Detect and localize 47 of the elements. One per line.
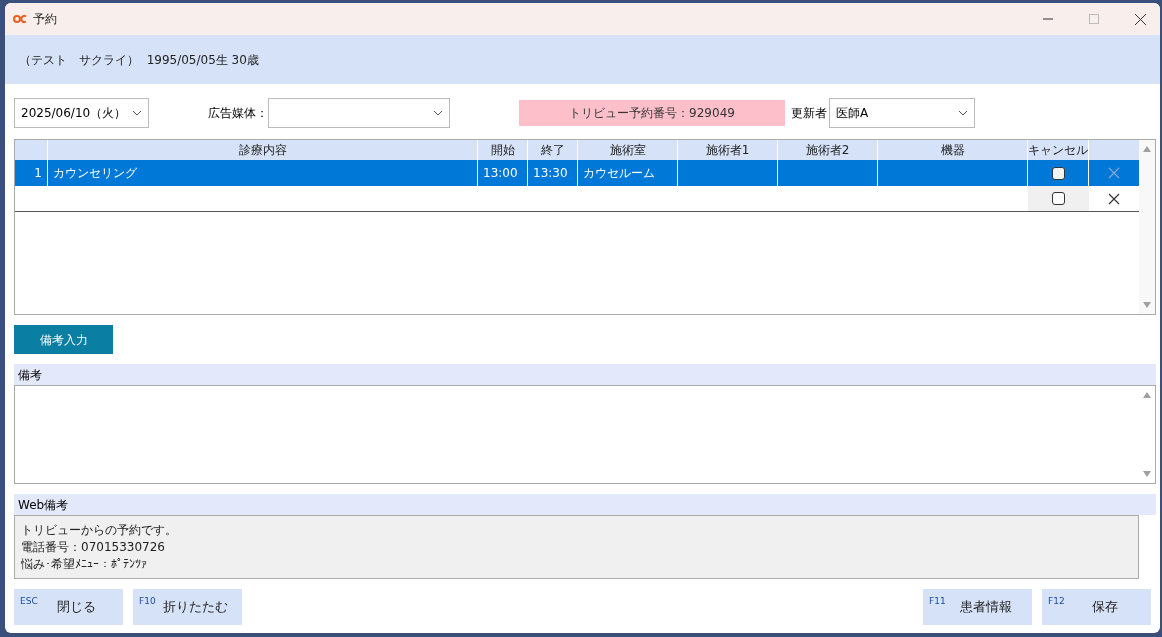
scroll-down-icon[interactable] [1142,471,1151,477]
function-key-button[interactable]: F10 折りたたむ [133,589,242,625]
table-cell-text: 13:00 [483,165,518,182]
chevron-down-icon [433,109,443,116]
close-icon[interactable] [1108,192,1120,205]
web-note-line: 電話番号：07015330726 [21,538,166,556]
table-cell-text: カウンセリング [53,165,137,182]
app-logo-icon [13,14,27,24]
button-label: 折りたたむ [163,598,228,617]
web-note-line: 悩み･希望ﾒﾆｭｰ：ﾎﾟﾃﾝﾂｧ [21,555,148,573]
table-cell-text: カウセルーム [583,165,655,182]
button-label: 閉じる [57,598,96,617]
button-label: 患者情報 [959,598,1012,617]
shortcut-key-label: F10 [139,595,156,608]
close-icon[interactable] [1135,13,1146,25]
patient-info: （テスト サクライ） 1995/05/05生 30歳 [19,51,259,69]
table-row[interactable] [15,186,1139,212]
function-key-button[interactable]: ESC 閉じる [14,589,123,625]
scroll-up-icon[interactable] [1143,146,1151,152]
table-cell-text: 13:30 [533,165,568,182]
maximize-icon[interactable] [1089,14,1099,24]
section-label: 備考 [18,366,42,384]
function-key-button[interactable]: F12 保存 [1042,589,1151,625]
table-row[interactable]: 1 カウンセリング 13:00 13:30 カウセルーム [15,160,1139,186]
chevron-down-icon [958,109,968,116]
shortcut-key-label: ESC [20,595,38,608]
updater-label: 更新者 [791,104,827,122]
section-label: Web備考 [18,496,69,514]
ad-media-dropdown[interactable] [268,97,450,128]
shortcut-key-label: F12 [1048,595,1065,608]
shortcut-key-label: F11 [929,595,946,608]
row-number: 1 [34,165,42,182]
cancel-checkbox[interactable] [1051,166,1065,180]
function-key-button[interactable]: F11 患者情報 [923,589,1032,625]
scroll-down-icon[interactable] [1143,302,1151,308]
ad-media-label: 広告媒体： [208,104,268,122]
booking-number-badge: トリビュー予約番号：929049 [519,99,785,126]
note-textarea[interactable] [14,385,1156,484]
window-title: 予約 [33,11,57,28]
cancel-checkbox[interactable] [1052,192,1065,205]
button-label: 保存 [1091,598,1118,617]
chevron-down-icon [132,109,142,116]
date-dropdown[interactable]: 2025/06/10（火） [14,97,149,128]
note-input-button[interactable]: 備考入力 [14,325,113,354]
web-note-line: トリビューからの予約です。 [21,521,178,539]
updater-dropdown[interactable]: 医師A [829,97,975,128]
scroll-up-icon[interactable] [1142,392,1151,398]
